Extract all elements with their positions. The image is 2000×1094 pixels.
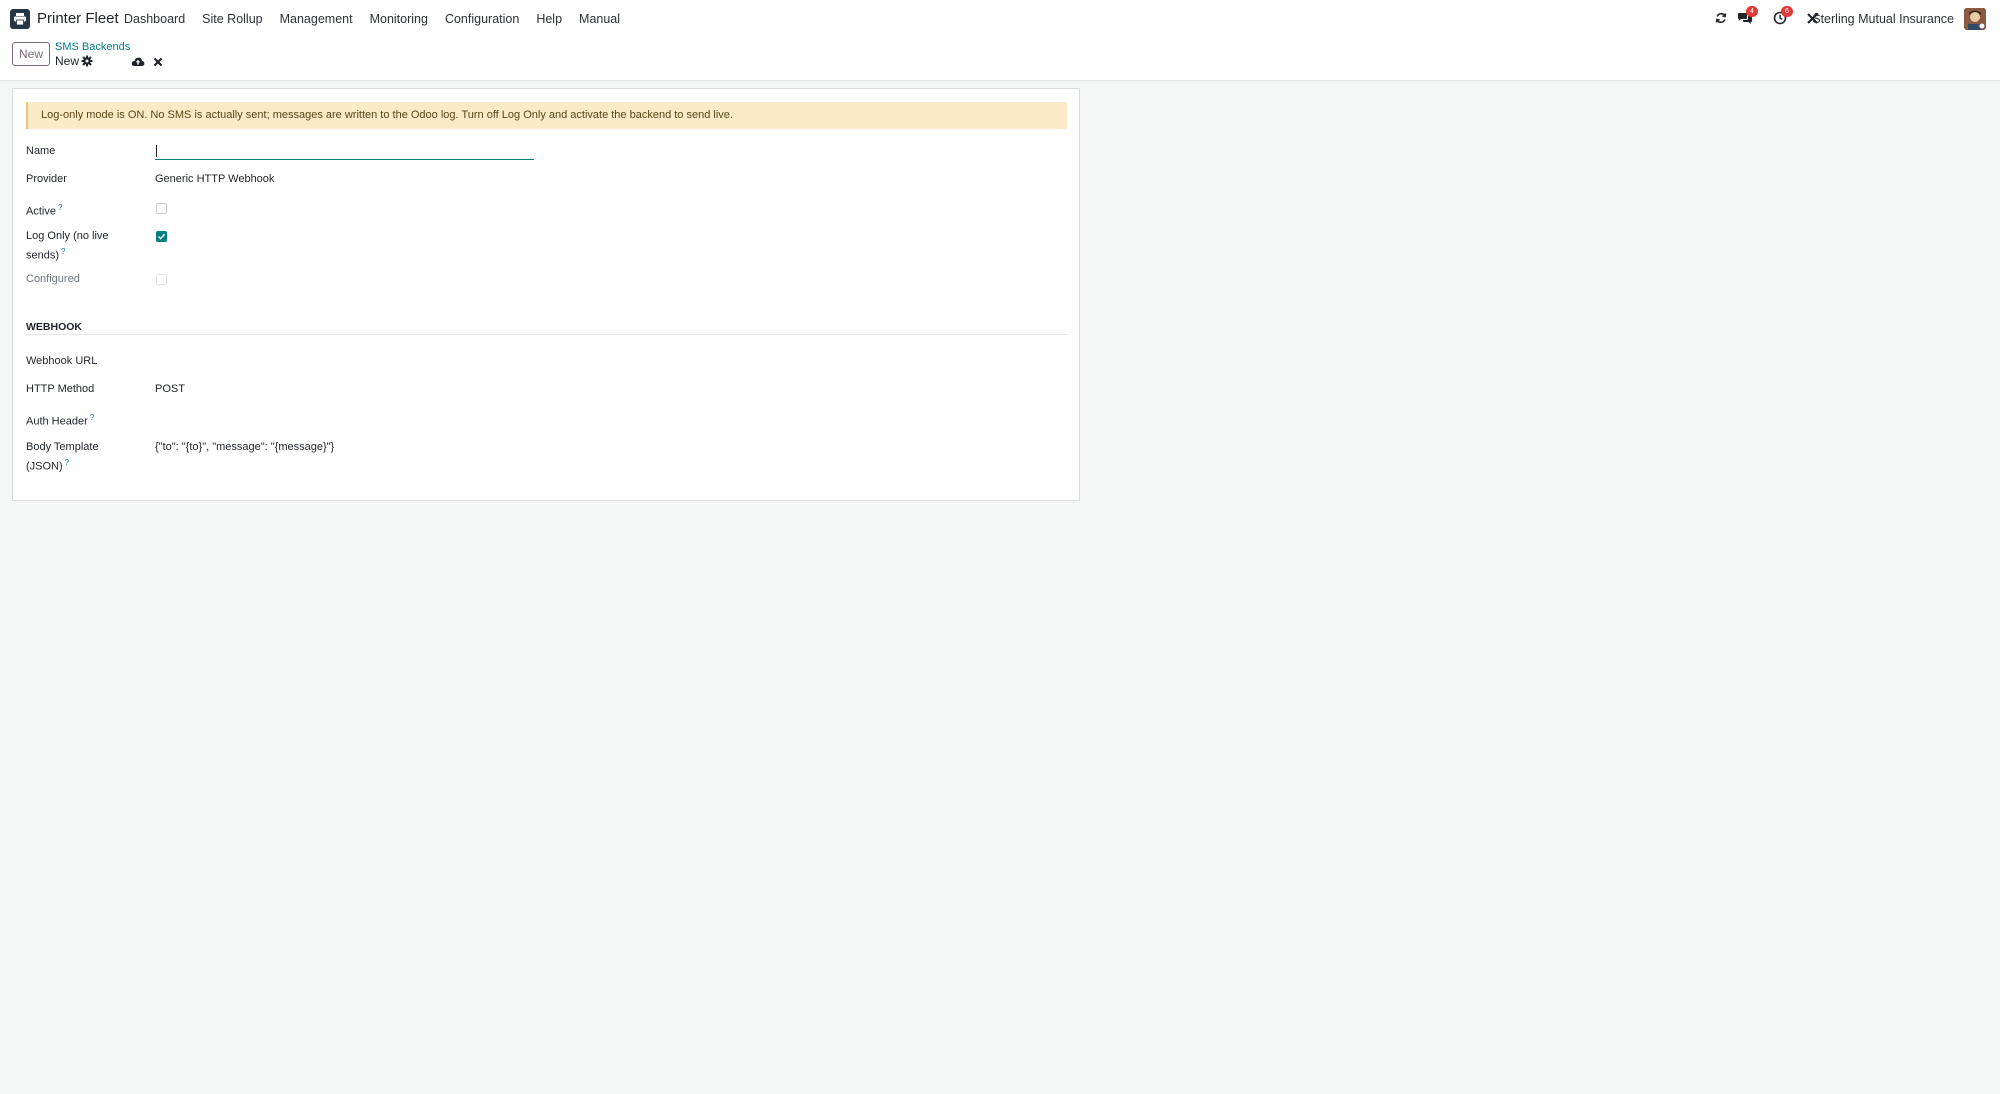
text-caret [156,145,157,157]
control-panel: New SMS Backends New [0,36,2000,81]
messages-badge: 4 [1746,6,1758,17]
active-label: Active? [26,200,62,220]
webhook-section-title: WEBHOOK [26,321,82,333]
section-divider [26,334,1067,335]
check-icon [157,233,166,240]
auth-header-help-icon[interactable]: ? [90,413,94,422]
http-method-label: HTTP Method [26,383,95,395]
activities-badge: 6 [1781,6,1793,17]
avatar[interactable] [1964,8,1986,30]
breadcrumb-current: New [55,54,80,68]
company-switcher[interactable]: Sterling Mutual Insurance [1812,12,1954,26]
close-icon[interactable] [152,55,164,67]
provider-label: Provider [26,173,67,185]
webhook-url-label: Webhook URL [26,355,98,367]
provider-select[interactable]: Generic HTTP Webhook [155,173,274,185]
top-navbar: Printer Fleet Dashboard Site Rollup Mana… [0,0,2000,36]
body-template-help-icon[interactable]: ? [65,458,69,467]
systray: 4 6 Sterling Mutual Insurance [0,6,2000,30]
auth-header-label: Auth Header? [26,410,94,430]
body-template-label: Body Template (JSON)? [26,439,99,475]
form-sheet: Log-only mode is ON. No SMS is actually … [12,88,1080,501]
active-checkbox[interactable] [156,203,167,214]
body-template-label-line2: (JSON) [26,460,63,473]
configured-checkbox [156,274,167,285]
active-help-icon[interactable]: ? [58,203,62,212]
breadcrumb-parent[interactable]: SMS Backends [55,41,130,53]
chat-icon[interactable]: 4 [1735,6,1758,28]
log-only-label: Log Only (no live sends)? [26,228,109,264]
refresh-icon[interactable] [1711,8,1731,28]
auth-header-label-text: Auth Header [26,415,88,428]
log-only-label-line2: sends) [26,249,60,262]
configured-label: Configured [26,273,80,285]
log-only-checkbox[interactable] [156,231,167,242]
body-template-label-line1: Body Template [26,441,99,453]
active-label-text: Active [26,205,56,218]
log-only-help-icon[interactable]: ? [61,247,65,256]
name-label: Name [26,145,56,157]
cloud-upload-icon[interactable] [131,55,145,67]
gear-icon[interactable] [81,54,93,67]
name-input[interactable] [155,142,534,160]
body-template-field[interactable]: {"to": "{to}", "message": "{message}"} [155,441,334,453]
new-button[interactable]: New [12,42,50,66]
http-method-select[interactable]: POST [155,383,185,395]
log-only-label-line1: Log Only (no live [26,230,109,242]
clock-icon[interactable]: 6 [1770,6,1793,28]
log-only-alert: Log-only mode is ON. No SMS is actually … [26,102,1067,129]
